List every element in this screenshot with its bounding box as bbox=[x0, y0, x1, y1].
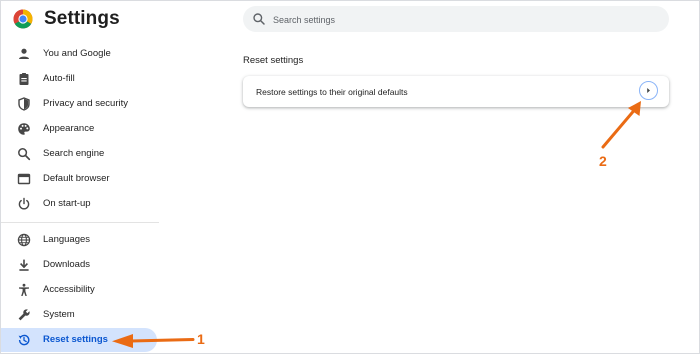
restore-defaults-label: Restore settings to their original defau… bbox=[256, 87, 408, 97]
sidebar-item-label: Default browser bbox=[43, 173, 110, 184]
sidebar-item-default-browser[interactable]: Default browser bbox=[1, 167, 157, 191]
sidebar-item-privacy-and-security[interactable]: Privacy and security bbox=[1, 92, 157, 116]
search-bar[interactable] bbox=[243, 6, 669, 32]
sidebar-item-label: Privacy and security bbox=[43, 98, 129, 109]
annotation-step-1: 1 bbox=[197, 331, 205, 347]
person-icon bbox=[19, 48, 29, 59]
sidebar-item-label: You and Google bbox=[43, 48, 111, 59]
sidebar-item-label: Downloads bbox=[43, 259, 90, 270]
sidebar-item-languages[interactable]: Languages bbox=[1, 228, 157, 252]
sidebar-divider bbox=[1, 222, 159, 223]
palette-icon bbox=[18, 123, 30, 135]
sidebar-item-on-startup[interactable]: On start-up bbox=[1, 192, 157, 216]
sidebar-item-label: Auto-fill bbox=[43, 73, 75, 84]
sidebar-item-you-and-google[interactable]: You and Google bbox=[1, 42, 157, 66]
sidebar-item-label: Appearance bbox=[43, 123, 95, 134]
sidebar-item-label: Accessibility bbox=[43, 284, 95, 295]
shield-icon bbox=[18, 97, 30, 111]
search-icon bbox=[18, 148, 31, 161]
sidebar-item-autofill[interactable]: Auto-fill bbox=[1, 67, 157, 91]
app-title: Settings bbox=[44, 8, 120, 29]
annotation-step-2: 2 bbox=[599, 153, 607, 169]
accessibility-icon bbox=[19, 283, 29, 296]
search-icon bbox=[253, 13, 265, 25]
download-icon bbox=[19, 259, 29, 271]
globe-icon bbox=[17, 233, 31, 247]
sidebar-item-label: On start-up bbox=[43, 198, 91, 209]
chrome-logo-icon bbox=[13, 9, 33, 29]
section-title: Reset settings bbox=[243, 55, 304, 66]
power-icon bbox=[18, 197, 30, 210]
annotation-arrow-2 bbox=[601, 101, 641, 149]
chevron-right-icon bbox=[647, 88, 650, 93]
wrench-icon bbox=[18, 309, 30, 321]
sidebar-item-search-engine[interactable]: Search engine bbox=[1, 142, 157, 166]
sidebar-item-label: Languages bbox=[43, 234, 91, 245]
sidebar-item-label: Reset settings bbox=[43, 334, 108, 345]
browser-window-icon bbox=[17, 173, 31, 185]
clipboard-icon bbox=[19, 73, 29, 85]
settings-window: Settings You and Google Auto-fill bbox=[0, 0, 700, 354]
sidebar-item-appearance[interactable]: Appearance bbox=[1, 117, 157, 141]
search-input[interactable] bbox=[271, 10, 655, 30]
sidebar-item-system[interactable]: System bbox=[1, 303, 157, 327]
history-icon bbox=[18, 334, 30, 346]
sidebar-item-label: System bbox=[43, 309, 75, 320]
sidebar-item-accessibility[interactable]: Accessibility bbox=[1, 278, 157, 302]
annotation-arrow-1 bbox=[112, 334, 195, 348]
sidebar-item-downloads[interactable]: Downloads bbox=[1, 253, 157, 277]
sidebar-item-label: Search engine bbox=[43, 148, 105, 159]
